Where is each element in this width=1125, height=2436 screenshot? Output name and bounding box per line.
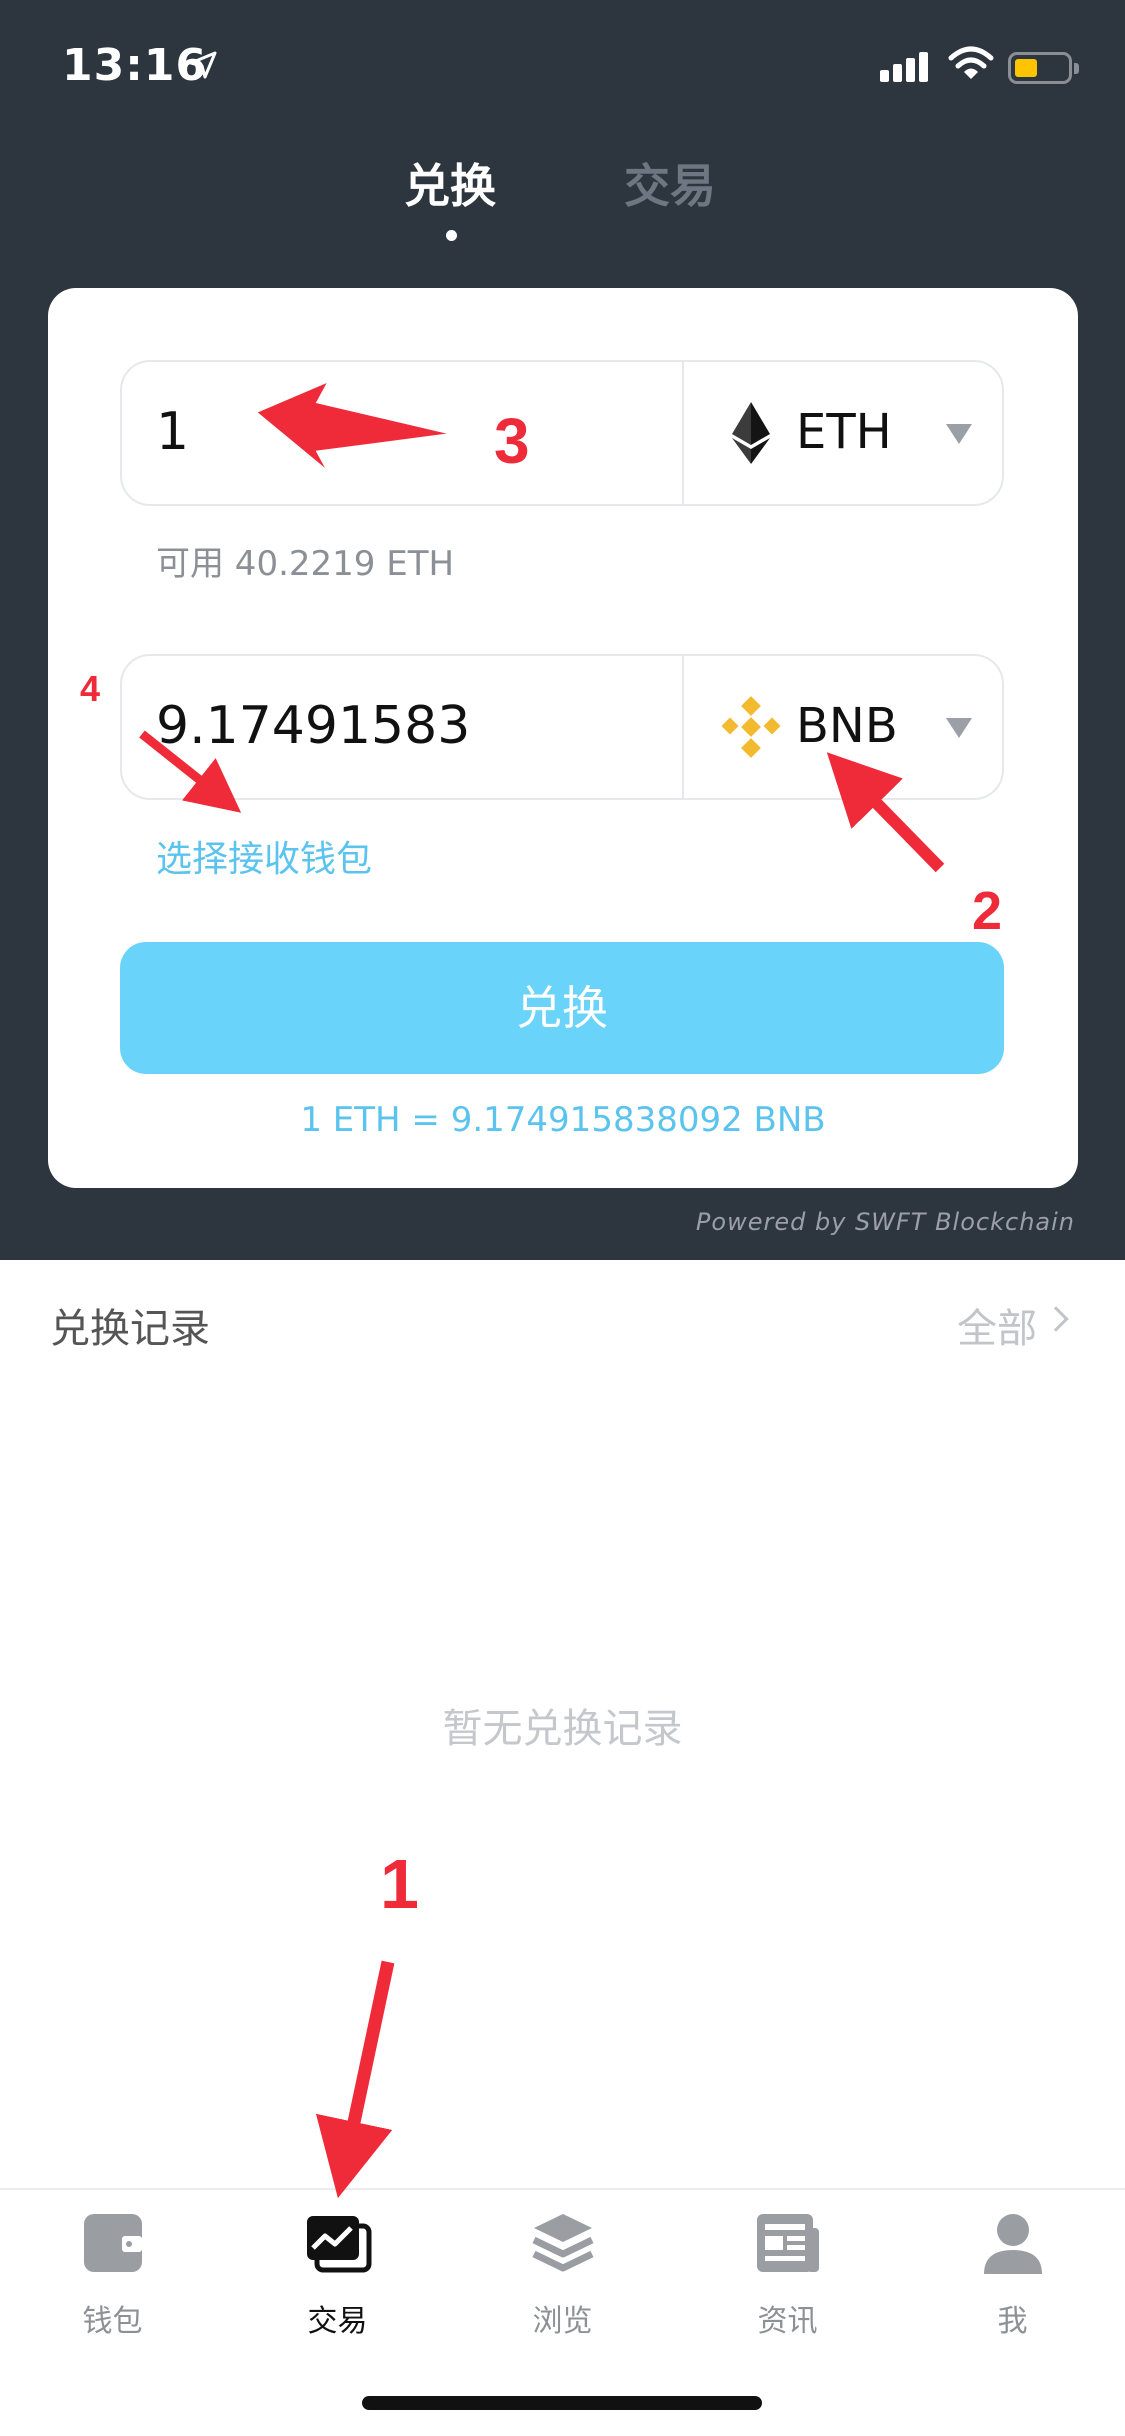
eth-icon [732, 402, 770, 464]
to-amount-input[interactable]: 9.17491583 [156, 696, 470, 756]
wallet-icon [84, 2214, 142, 2272]
tab-label: 钱包 [82, 2304, 143, 2339]
tab-me[interactable]: 我 [900, 2190, 1125, 2350]
chevron-right-icon[interactable] [1043, 1306, 1069, 1332]
tab-label: 资讯 [757, 2304, 818, 2339]
from-field: 1 ETH [120, 360, 1004, 506]
chevron-down-icon [946, 718, 972, 738]
annotation-number-1: 1 [380, 1845, 419, 1923]
news-icon [757, 2214, 819, 2272]
profile-icon [984, 2214, 1042, 2274]
select-receive-wallet-link[interactable]: 选择接收钱包 [156, 830, 372, 882]
tab-label: 交易 [307, 2304, 368, 2339]
tab-swap[interactable]: 兑换 [404, 150, 496, 216]
wifi-icon [948, 46, 994, 79]
history-all-link[interactable]: 全部 [957, 1296, 1037, 1354]
from-coin-name: ETH [796, 404, 892, 460]
tab-label: 我 [997, 2304, 1028, 2339]
to-field: 9.17491583 BNB [120, 654, 1004, 800]
bnb-icon [721, 696, 781, 758]
annotation-number-2: 2 [972, 881, 1003, 941]
exchange-rate: 1 ETH = 9.174915838092 BNB [300, 1100, 826, 1140]
to-coin-selector[interactable]: BNB [684, 656, 1004, 798]
top-tabs: 兑换 交易 [0, 150, 1125, 240]
home-indicator [362, 2396, 762, 2410]
tab-news[interactable]: 资讯 [675, 2190, 900, 2350]
layers-icon [532, 2214, 594, 2272]
swap-button[interactable]: 兑换 [120, 942, 1004, 1074]
tab-trade[interactable]: 交易 [624, 150, 716, 216]
status-time: 13:16 [62, 40, 208, 91]
from-amount-input[interactable]: 1 [156, 402, 189, 462]
battery-icon [1008, 52, 1079, 84]
tab-label: 浏览 [532, 2304, 593, 2339]
powered-by: Powered by SWFT Blockchain [695, 1208, 1075, 1236]
swap-card: 1 ETH 可用 40.2219 ETH 9.17491583 BNB 选择接收… [48, 288, 1078, 1188]
history-header: 兑换记录 全部 [0, 1260, 1125, 1380]
chevron-down-icon [946, 424, 972, 444]
trade-chart-icon [307, 2216, 372, 2273]
tab-browse[interactable]: 浏览 [450, 2190, 675, 2350]
available-balance: 可用 40.2219 ETH [156, 544, 455, 584]
tab-trade-nav[interactable]: 交易 [225, 2190, 450, 2350]
empty-history-message: 暂无兑换记录 [442, 1706, 683, 1752]
history-title: 兑换记录 [50, 1306, 210, 1352]
location-arrow-icon [189, 51, 217, 79]
tab-wallet[interactable]: 钱包 [0, 2190, 225, 2350]
from-coin-selector[interactable]: ETH [684, 362, 1004, 504]
active-tab-indicator [446, 230, 457, 241]
annotation-number-4: 4 [80, 668, 101, 709]
status-bar: 13:16 [0, 0, 1125, 140]
arrow-to-trade-tab [315, 1960, 395, 2199]
to-coin-name: BNB [796, 698, 898, 754]
annotation-number-3: 3 [494, 405, 530, 477]
